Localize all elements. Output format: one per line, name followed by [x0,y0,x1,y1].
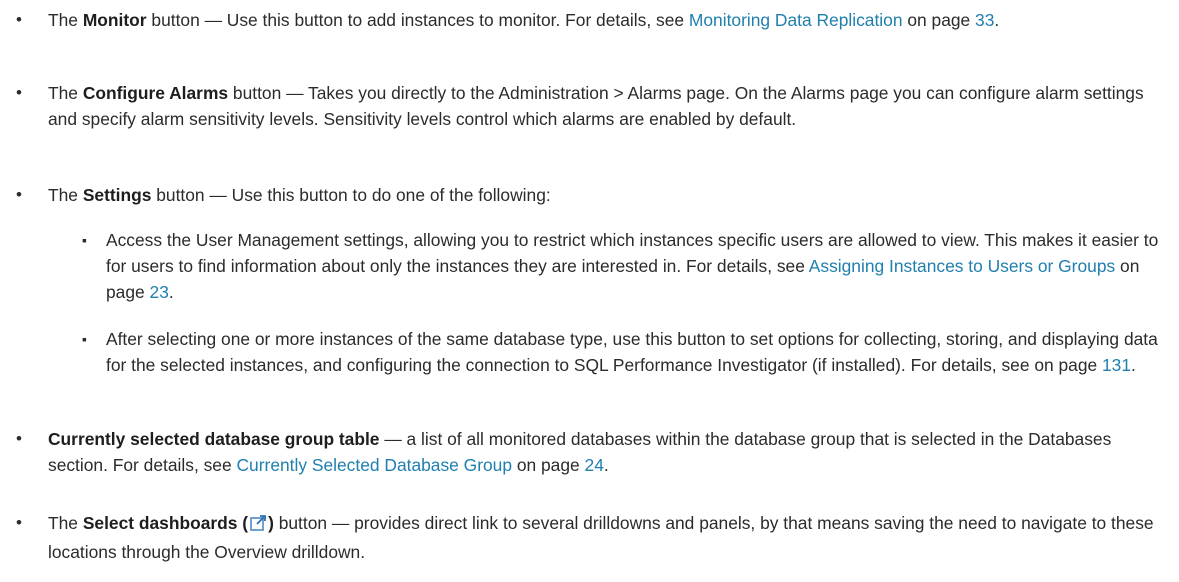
sub-item-text: Access the User Management settings, all… [106,227,1166,305]
item-text: Currently selected database group table … [48,426,1158,478]
page-link-131[interactable]: 131 [1102,355,1131,375]
link-currently-selected-database-group[interactable]: Currently Selected Database Group [237,455,513,475]
select-dashboards-term: Select dashboards ( [82,513,249,533]
on-page-text: on page [512,455,585,475]
database-group-table-term: Currently selected database group table [48,429,380,449]
bullet: • [16,513,22,532]
item-description: button — Use this button to add instance… [146,10,689,30]
link-assigning-instances[interactable]: Assigning Instances to Users or Groups [809,256,1115,276]
bullet: • [16,185,22,204]
settings-button-term: Settings [82,185,152,205]
item-prefix: The [48,83,83,103]
on-page-text: on page [902,10,976,30]
external-link-icon [249,513,267,539]
bullet: • [16,10,22,29]
link-monitoring-data-replication[interactable]: Monitoring Data Replication [689,10,903,30]
period: . [994,10,1000,30]
configure-alarms-button-term: Configure Alarms [82,83,229,103]
item-text: The Configure Alarms button — Takes you … [48,80,1158,132]
page-link-24[interactable]: 24 [585,455,604,475]
page-link-23[interactable]: 23 [150,282,169,302]
item-description: button — Use this button to do one of th… [151,185,551,205]
item-text: The Monitor button — Use this button to … [48,7,1158,33]
period: . [1131,355,1136,375]
monitor-button-term: Monitor [82,10,147,30]
item-text: The Settings button — Use this button to… [48,182,1158,208]
item-prefix: The [48,10,83,30]
item-text: The Select dashboards () button — provid… [48,510,1158,565]
sub-bullet: ▪ [82,331,87,347]
item-prefix: The [48,513,83,533]
sub-item-description: After selecting one or more instances of… [106,329,1158,375]
sub-item-text: After selecting one or more instances of… [106,326,1166,378]
sub-bullet: ▪ [82,232,87,248]
bullet: • [16,429,22,448]
page-link-33[interactable]: 33 [975,10,994,30]
document-page: • The Monitor button — Use this button t… [0,0,1179,582]
period: . [168,282,174,302]
bullet: • [16,83,22,102]
period: . [603,455,609,475]
item-prefix: The [48,185,83,205]
